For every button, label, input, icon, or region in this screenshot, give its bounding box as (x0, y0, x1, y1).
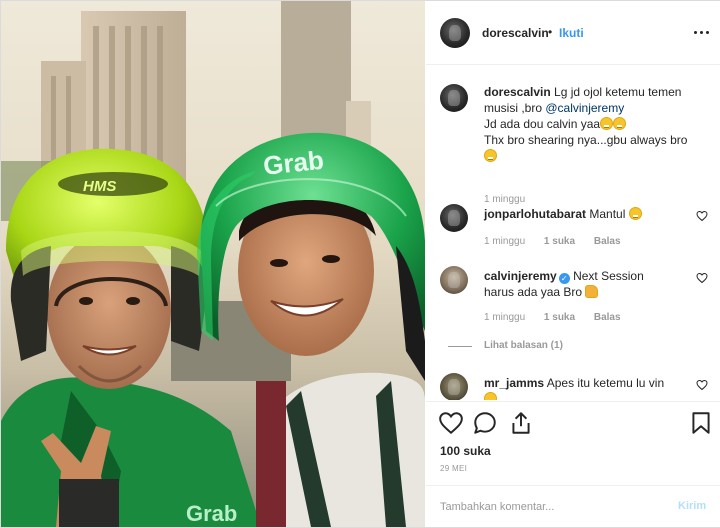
heart-icon[interactable] (696, 210, 708, 222)
heart-icon[interactable] (438, 410, 464, 436)
grin-emoji-icon (600, 117, 614, 130)
caption-line-4: Thx bro shearing nya...gbu always bro (484, 133, 688, 147)
mention-link[interactable]: @calvinjeremy (545, 101, 624, 115)
post-comment-button[interactable]: Kirim (678, 500, 706, 512)
grin-emoji-icon (628, 207, 642, 220)
caption-text: dorescalvin Lg jd ojol ketemu temen musi… (484, 84, 696, 164)
post-actions: 100 suka 29 MEI (426, 401, 720, 481)
avatar[interactable] (440, 373, 468, 400)
helmet-logo-left: HMS (83, 178, 116, 195)
laugh-emoji-icon (484, 392, 497, 400)
comments-list[interactable]: dorescalvin Lg jd ojol ketemu temen musi… (426, 66, 720, 400)
comment-body-line-2: harus ada yaa Bro (484, 285, 583, 299)
avatar[interactable] (440, 18, 470, 48)
comment-meta: 1 minggu 1 suka Balas (484, 312, 637, 323)
avatar[interactable] (440, 204, 468, 232)
comment-input[interactable] (440, 498, 660, 516)
more-options-icon[interactable] (692, 23, 712, 43)
share-icon[interactable] (508, 410, 534, 436)
follow-button[interactable]: Ikuti (559, 26, 584, 40)
comment-item: mr_jamms Apes itu ketemu lu vin (440, 373, 710, 400)
post-photo[interactable]: Grab HMS Grab (1, 1, 425, 527)
add-comment-bar: Kirim (426, 485, 720, 527)
comment-username[interactable]: jonparlohutabarat (484, 207, 586, 221)
caption-line-3: Jd ada dou calvin yaa (484, 117, 601, 131)
comment-item: jonparlohutabarat Mantul 1 minggu 1 suka… (440, 204, 710, 254)
avatar[interactable] (440, 266, 468, 294)
caption: dorescalvin Lg jd ojol ketemu temen musi… (440, 84, 710, 205)
reply-button[interactable]: Balas (594, 312, 621, 323)
helmet-logo-right: Grab (262, 145, 325, 181)
comment-icon[interactable] (472, 410, 498, 436)
heart-icon[interactable] (696, 272, 708, 284)
caption-line-2: musisi ,bro (484, 101, 546, 115)
smile-emoji-icon (484, 149, 497, 162)
comment-body: Mantul (589, 207, 626, 221)
avatar[interactable] (440, 84, 468, 112)
view-replies-link[interactable]: Lihat balasan (1) (448, 340, 563, 351)
comment-time[interactable]: 1 minggu (484, 312, 525, 323)
comment-body: Next Session (573, 269, 644, 283)
bookmark-icon[interactable] (688, 410, 714, 436)
comment-text: jonparlohutabarat Mantul (484, 206, 696, 222)
comment-time[interactable]: 1 minggu (484, 236, 525, 247)
separator-dot: • (548, 25, 553, 39)
comment-likes[interactable]: 1 suka (544, 236, 575, 247)
comment-item: calvinjeremy ✓ Next Session harus ada yaa… (440, 266, 710, 332)
comment-meta: 1 minggu 1 suka Balas (484, 236, 637, 247)
post-date[interactable]: 29 MEI (440, 464, 467, 473)
caption-username[interactable]: dorescalvin (484, 85, 551, 99)
post-author-username[interactable]: dorescalvin (482, 26, 549, 40)
reply-button[interactable]: Balas (594, 236, 621, 247)
comment-username[interactable]: calvinjeremy (484, 269, 557, 283)
instagram-post: Grab HMS Grab dorescalvin • Ikuti doresc… (0, 0, 720, 528)
laugh-emoji-icon (613, 117, 627, 130)
verified-icon: ✓ (558, 273, 570, 284)
comment-text: mr_jamms Apes itu ketemu lu vin (484, 375, 696, 400)
comment-likes[interactable]: 1 suka (544, 312, 575, 323)
thumbs-up-emoji-icon (585, 285, 599, 298)
selfie-illustration: Grab HMS Grab (1, 1, 425, 527)
caption-line-1: Lg jd ojol ketemu temen (554, 85, 682, 99)
comment-username[interactable]: mr_jamms (484, 376, 544, 390)
jacket-logo: Grab (186, 501, 237, 526)
post-side-panel: dorescalvin • Ikuti dorescalvin Lg jd oj… (426, 1, 720, 527)
comment-text: calvinjeremy ✓ Next Session harus ada yaa… (484, 268, 696, 300)
comment-body: Apes itu ketemu lu vin (546, 376, 665, 390)
likes-count[interactable]: 100 suka (440, 444, 491, 458)
post-header: dorescalvin • Ikuti (426, 1, 720, 65)
heart-icon[interactable] (696, 379, 708, 391)
